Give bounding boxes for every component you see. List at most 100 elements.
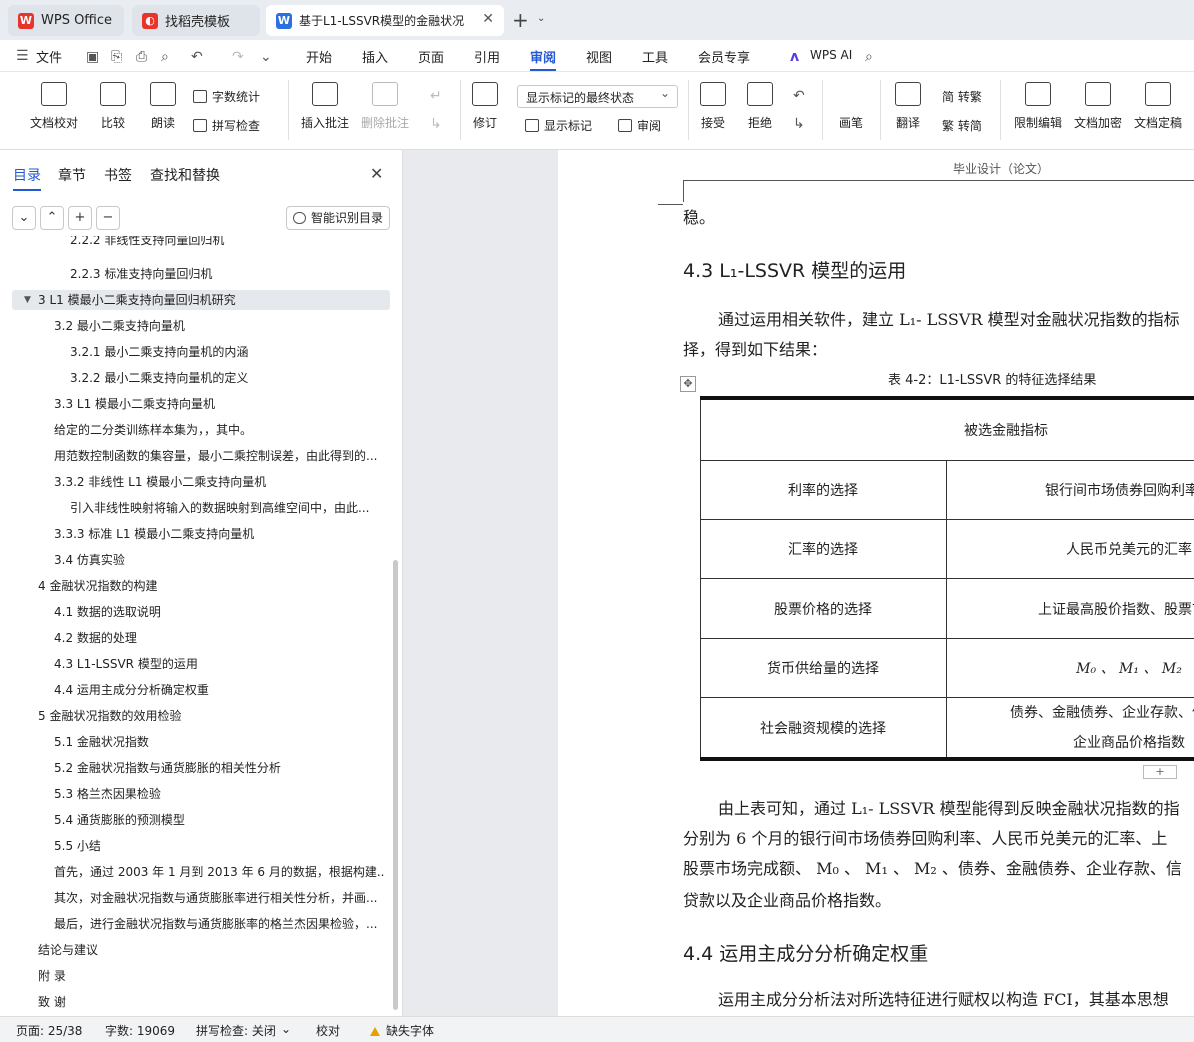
- add-heading-button[interactable]: +: [68, 206, 92, 230]
- finalize-doc-button[interactable]: 文档定稿: [1134, 82, 1182, 131]
- markup-mode-select[interactable]: 显示标记的最终状态: [517, 85, 678, 108]
- print-preview-icon[interactable]: ⌕: [161, 49, 169, 65]
- spell-check-button[interactable]: 拼写检查: [193, 117, 260, 134]
- menu-tools[interactable]: 工具: [642, 47, 668, 66]
- chevron-down-icon[interactable]: ▼: [24, 290, 31, 310]
- toc-item[interactable]: 首先，通过 2003 年 1 月到 2013 年 6 月的数据，根据构建...: [54, 862, 385, 882]
- toc-item[interactable]: 2.2.3 标准支持向量回归机: [70, 264, 385, 284]
- chevron-down-icon[interactable]: ⌄: [537, 13, 545, 24]
- new-tab-icon[interactable]: +: [512, 8, 529, 32]
- toc-item[interactable]: 5.1 金融状况指数: [54, 732, 385, 752]
- share-icon[interactable]: ⎘: [111, 49, 122, 65]
- spell-check-status[interactable]: 拼写检查: 关闭: [196, 1022, 276, 1039]
- toc-item[interactable]: 3.4 仿真实验: [54, 550, 385, 570]
- next-comment-icon[interactable]: ↳: [430, 116, 442, 132]
- menu-reference[interactable]: 引用: [474, 47, 500, 66]
- toc-item[interactable]: 最后，进行金融状况指数与通货膨胀率的格兰杰因果检验，...: [54, 914, 385, 934]
- toc-item[interactable]: 附 录: [38, 966, 385, 986]
- to-traditional-button[interactable]: 简 转繁: [942, 88, 982, 105]
- chevron-down-icon[interactable]: ⌄: [260, 49, 272, 65]
- toc-item[interactable]: 4.1 数据的选取说明: [54, 602, 385, 622]
- tab-toc[interactable]: 目录: [13, 165, 41, 191]
- review-pane-button[interactable]: 审阅: [618, 117, 661, 134]
- encrypt-doc-button[interactable]: 文档加密: [1074, 82, 1122, 131]
- smart-toc-button[interactable]: 智能识别目录: [286, 206, 390, 230]
- toc-item[interactable]: 5.2 金融状况指数与通货膨胀的相关性分析: [54, 758, 385, 778]
- reject-button[interactable]: 拒绝: [747, 82, 773, 131]
- toc-item[interactable]: ▼ 3 L1 模最小二乘支持向量回归机研究: [12, 290, 390, 310]
- redo-icon[interactable]: ↷: [232, 49, 244, 65]
- toc-item[interactable]: 结论与建议: [38, 940, 385, 960]
- collapse-up-button[interactable]: ⌃: [40, 206, 64, 230]
- toc-item[interactable]: 3.2.1 最小二乘支持向量机的内涵: [70, 342, 385, 362]
- page-indicator[interactable]: 页面: 25/38: [16, 1022, 82, 1039]
- print-icon[interactable]: ⎙: [136, 49, 147, 65]
- toc-item[interactable]: 致 谢: [38, 992, 385, 1012]
- word-count-indicator[interactable]: 字数: 19069: [105, 1022, 175, 1039]
- menu-review[interactable]: 审阅: [530, 47, 557, 71]
- proofread-status[interactable]: 校对: [316, 1022, 340, 1039]
- menu-home[interactable]: 开始: [306, 47, 332, 66]
- revise-button[interactable]: 修订: [472, 82, 498, 131]
- toc-item[interactable]: 引入非线性映射将输入的数据映射到高维空间中，由此...: [70, 498, 385, 518]
- toc-item[interactable]: 用范数控制函数的集容量，最小二乘控制误差，由此得到的...: [54, 446, 385, 466]
- remove-heading-button[interactable]: −: [96, 206, 120, 230]
- restrict-edit-button[interactable]: 限制编辑: [1014, 82, 1062, 131]
- add-row-button[interactable]: +: [1143, 765, 1177, 779]
- compare-button[interactable]: 比较: [100, 82, 126, 131]
- toc-item[interactable]: ▼5 金融状况指数的效用检验: [38, 706, 385, 726]
- menu-member[interactable]: 会员专享: [698, 47, 750, 66]
- toc-item[interactable]: 3.2.2 最小二乘支持向量机的定义: [70, 368, 385, 388]
- to-simplified-button[interactable]: 繁 转简: [942, 117, 982, 134]
- table-cell-value: 债券、金融债券、企业存款、信托存款 企业商品价格指数: [1010, 704, 1194, 751]
- missing-font-button[interactable]: 缺失字体: [370, 1022, 434, 1039]
- toc-item[interactable]: ▼3.3.2 非线性 L1 模最小二乘支持向量机: [54, 472, 385, 492]
- toc-item[interactable]: 4.3 L1-LSSVR 模型的运用: [54, 654, 385, 674]
- toc-item[interactable]: 4.4 运用主成分分析确定权重: [54, 680, 385, 700]
- toc-item[interactable]: 3.3 L1 模最小二乘支持向量机: [54, 394, 385, 414]
- proofread-button[interactable]: 文档校对: [30, 82, 78, 131]
- menu-file[interactable]: 文件: [36, 47, 62, 66]
- table-move-icon[interactable]: ✥: [680, 376, 696, 392]
- hamburger-icon[interactable]: ☰: [16, 48, 29, 64]
- accept-button[interactable]: 接受: [700, 82, 726, 131]
- tab-sections[interactable]: 章节: [58, 165, 86, 185]
- chevron-down-icon[interactable]: ⌄: [281, 1022, 291, 1036]
- show-markup-button[interactable]: 显示标记: [525, 117, 592, 134]
- menu-insert[interactable]: 插入: [362, 47, 388, 66]
- translate-button[interactable]: 翻译: [895, 82, 921, 131]
- tab-bookmarks[interactable]: 书签: [104, 165, 132, 185]
- toc-item[interactable]: 3.3.3 标准 L1 模最小二乘支持向量机: [54, 524, 385, 544]
- toc-item[interactable]: 5.5 小结: [54, 836, 385, 856]
- toc-item[interactable]: 给定的二分类训练样本集为，，其中。: [54, 420, 385, 440]
- menu-page[interactable]: 页面: [418, 47, 444, 66]
- save-icon[interactable]: ▣: [86, 49, 99, 65]
- prev-change-icon[interactable]: ↶: [793, 88, 805, 104]
- delete-comment-button[interactable]: 删除批注: [361, 82, 409, 131]
- scrollbar[interactable]: [393, 560, 398, 1010]
- toc-item[interactable]: 其次，对金融状况指数与通货膨胀率进行相关性分析，并画...: [54, 888, 385, 908]
- tab-wps-office[interactable]: W WPS Office: [8, 5, 124, 36]
- next-change-icon[interactable]: ↳: [793, 116, 805, 132]
- toc-item[interactable]: ▼3.2 最小二乘支持向量机: [54, 316, 385, 336]
- prev-comment-icon[interactable]: ↵: [430, 88, 442, 104]
- toc-item[interactable]: 2.2.2 非线性支持向量回归机: [70, 236, 385, 250]
- toc-item[interactable]: 4.2 数据的处理: [54, 628, 385, 648]
- toc-item[interactable]: 5.4 通货膨胀的预测模型: [54, 810, 385, 830]
- insert-comment-button[interactable]: 插入批注: [301, 82, 349, 131]
- tab-document[interactable]: W 基于L1-LSSVR模型的金融状况 ✕: [266, 5, 504, 36]
- tab-find-replace[interactable]: 查找和替换: [150, 165, 220, 185]
- toc-item[interactable]: ▼4 金融状况指数的构建: [38, 576, 385, 596]
- tab-docer[interactable]: ◐ 找稻壳模板: [132, 5, 260, 36]
- pen-button[interactable]: 画笔: [838, 82, 864, 131]
- read-aloud-button[interactable]: 朗读: [150, 82, 176, 131]
- menu-wps-ai[interactable]: WPS AI: [810, 48, 852, 62]
- word-count-button[interactable]: 字数统计: [193, 88, 260, 105]
- menu-view[interactable]: 视图: [586, 47, 612, 66]
- close-tab-icon[interactable]: ✕: [482, 11, 494, 27]
- toc-item[interactable]: 5.3 格兰杰因果检验: [54, 784, 385, 804]
- close-icon[interactable]: ✕: [370, 164, 383, 183]
- expand-down-button[interactable]: ⌄: [12, 206, 36, 230]
- undo-icon[interactable]: ↶: [191, 49, 203, 65]
- search-icon[interactable]: ⌕: [865, 49, 873, 65]
